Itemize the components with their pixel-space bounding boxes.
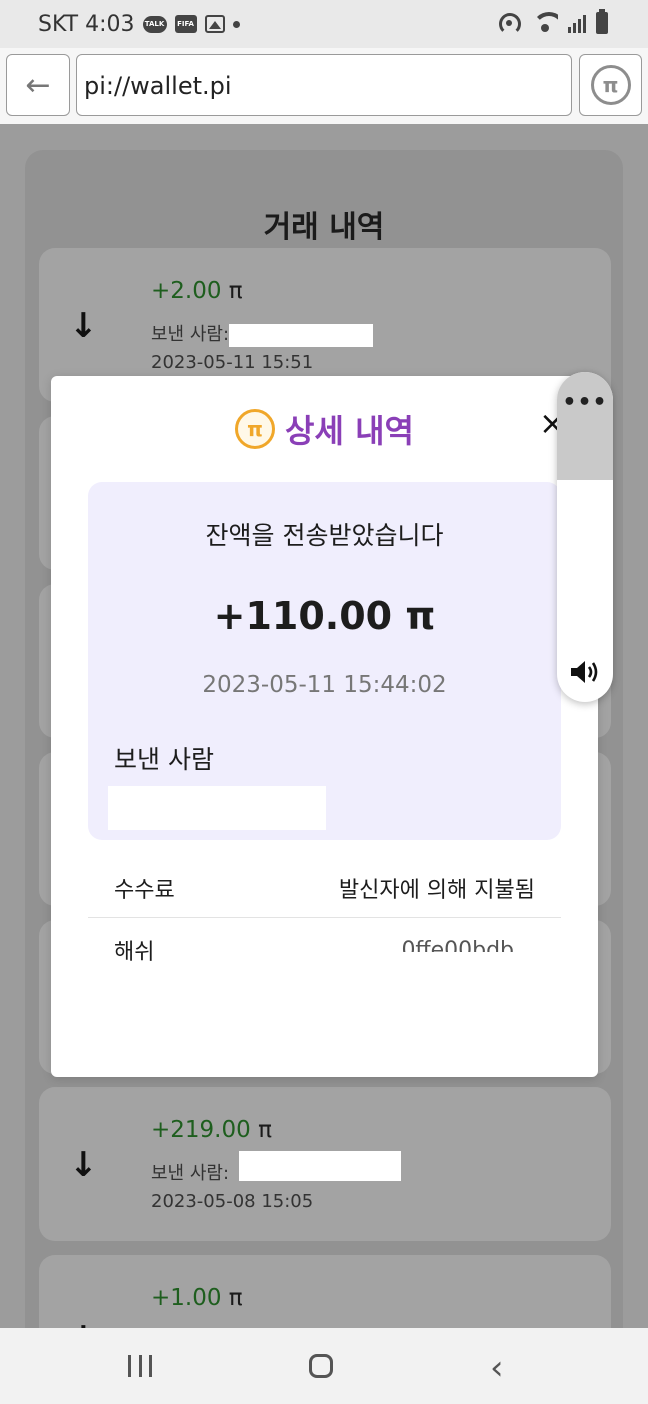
transfer-status-text: 잔액을 전송받았습니다 bbox=[205, 521, 444, 550]
volume-side-panel[interactable]: ••• bbox=[557, 372, 613, 702]
transaction-amount: +219.00 π bbox=[151, 1117, 272, 1143]
fee-label: 수수료 bbox=[114, 878, 175, 903]
transaction-sender: 보낸 사람: bbox=[151, 1163, 230, 1184]
transaction-card[interactable]: ↓ +1.00 π bbox=[39, 1255, 611, 1328]
home-icon[interactable] bbox=[309, 1354, 333, 1378]
volume-slider-track[interactable]: ••• bbox=[557, 372, 613, 480]
image-icon bbox=[204, 15, 225, 33]
transaction-amount: +2.00 π bbox=[151, 278, 243, 304]
signal-icon bbox=[568, 13, 586, 33]
pi-logo-icon: π bbox=[235, 409, 276, 449]
pi-icon: π bbox=[590, 65, 631, 105]
redacted-block bbox=[239, 1151, 401, 1181]
pi-browser-button[interactable]: π bbox=[579, 54, 642, 116]
carrier-time: SKT 4:03 bbox=[38, 11, 135, 37]
recent-apps-icon[interactable] bbox=[128, 1355, 152, 1377]
status-bar: SKT 4:03 TALK FIFA bbox=[0, 0, 648, 48]
status-left: SKT 4:03 TALK FIFA bbox=[38, 12, 240, 37]
transaction-date: 2023-05-11 15:51 bbox=[151, 352, 314, 373]
transaction-amount: +1.00 π bbox=[151, 1285, 243, 1311]
system-nav-bar: ‹ bbox=[0, 1328, 648, 1404]
nav-back-icon[interactable]: ‹ bbox=[490, 1348, 504, 1388]
kakaotalk-icon: TALK bbox=[142, 15, 167, 33]
transaction-sender: 보낸 사람: bbox=[151, 324, 230, 345]
back-button[interactable]: ← bbox=[6, 54, 70, 116]
hotspot-icon bbox=[496, 10, 522, 36]
url-field[interactable]: pi://wallet.pi bbox=[76, 54, 572, 116]
modal-header: π 상세 내역 bbox=[51, 406, 598, 452]
redacted-block bbox=[229, 324, 373, 347]
transaction-detail-modal: π 상세 내역 × 잔액을 전송받았습니다 +110.00 π 2023-05-… bbox=[51, 376, 598, 1077]
receive-arrow-icon: ↓ bbox=[69, 1319, 98, 1328]
receive-arrow-icon: ↓ bbox=[69, 306, 98, 346]
browser-toolbar: ← pi://wallet.pi π bbox=[0, 48, 648, 124]
transfer-amount: +110.00 π bbox=[213, 594, 436, 638]
fee-value: 발신자에 의해 지불됨 bbox=[338, 878, 535, 903]
hash-row: 해쉬 0ffe00bdb... bbox=[88, 922, 561, 962]
volume-icon[interactable] bbox=[569, 658, 601, 686]
modal-title: 상세 내역 bbox=[285, 412, 414, 450]
hash-label: 해쉬 bbox=[114, 940, 155, 962]
fifa-icon: FIFA bbox=[174, 15, 197, 33]
arrow-left-icon: ← bbox=[25, 67, 51, 103]
receive-arrow-icon: ↓ bbox=[69, 1145, 98, 1185]
more-options-icon[interactable]: ••• bbox=[557, 390, 613, 415]
wifi-icon bbox=[532, 12, 558, 34]
detail-summary-box: 잔액을 전송받았습니다 +110.00 π 2023-05-11 15:44:0… bbox=[88, 482, 561, 840]
redacted-sender bbox=[108, 786, 326, 830]
transaction-card[interactable]: ↓ +219.00 π 보낸 사람: 2023-05-08 15:05 bbox=[39, 1087, 611, 1241]
status-right bbox=[496, 9, 608, 36]
sender-label: 보낸 사람 bbox=[114, 745, 214, 774]
hash-value[interactable]: 0ffe00bdb... bbox=[401, 938, 535, 952]
transfer-datetime: 2023-05-11 15:44:02 bbox=[202, 672, 447, 698]
more-notifications-dot-icon bbox=[232, 20, 240, 28]
transaction-date: 2023-05-08 15:05 bbox=[151, 1191, 314, 1212]
fee-row: 수수료 발신자에 의해 지불됨 bbox=[88, 848, 561, 918]
battery-icon bbox=[596, 9, 608, 34]
page-title: 거래 내역 bbox=[263, 210, 385, 245]
